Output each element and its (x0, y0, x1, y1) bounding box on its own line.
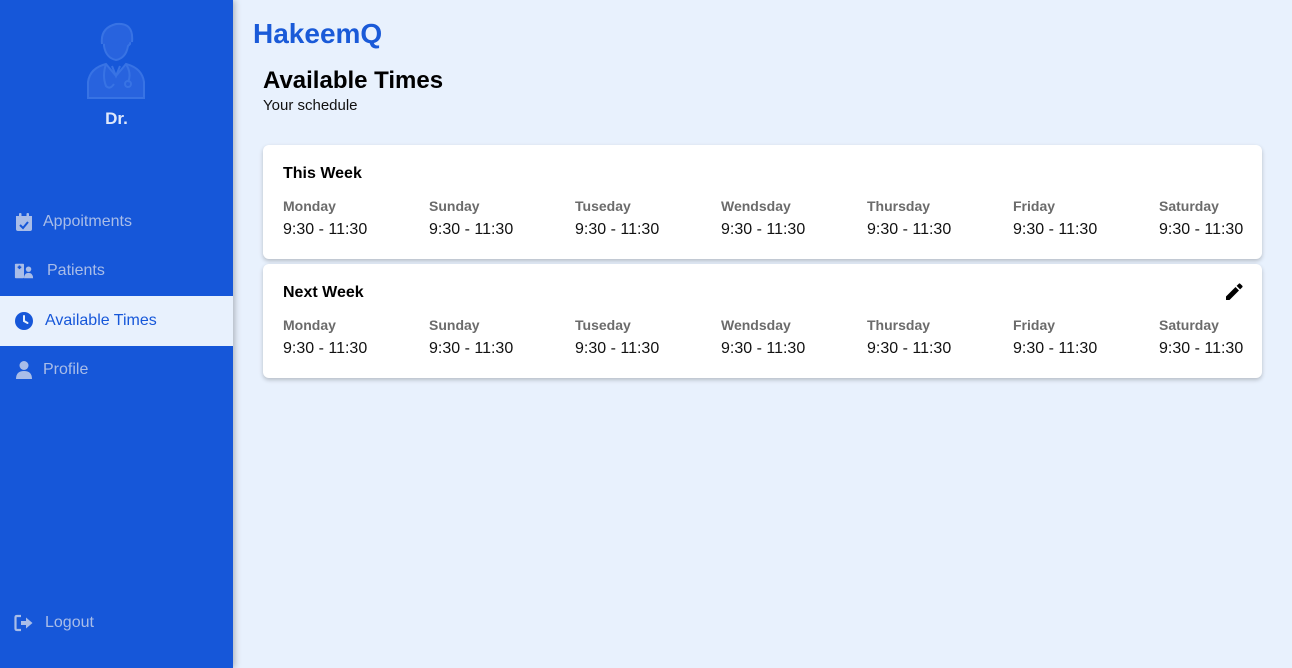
day-time: 9:30 - 11:30 (721, 340, 806, 357)
card-title: This Week (283, 165, 362, 182)
logout-button[interactable]: Logout (0, 598, 233, 648)
sidebar-item-label: Profile (43, 361, 89, 379)
day-time: 9:30 - 11:30 (283, 221, 368, 238)
sidebar-nav: Appoitments Patients Available Times Pro… (0, 197, 233, 395)
sidebar-item-appointments[interactable]: Appoitments (0, 197, 233, 247)
day-slot: Friday 9:30 - 11:30 (1013, 198, 1153, 239)
day-time: 9:30 - 11:30 (721, 221, 806, 238)
day-name: Sunday (429, 317, 480, 333)
day-name: Wendsday (721, 198, 791, 214)
day-slot: Monday 9:30 - 11:30 (283, 317, 423, 358)
day-time: 9:30 - 11:30 (867, 340, 952, 357)
day-time: 9:30 - 11:30 (575, 221, 660, 238)
logout-label: Logout (45, 614, 94, 631)
doctor-name: Dr. (105, 109, 128, 128)
day-name: Thursday (867, 198, 931, 214)
sidebar-item-patients[interactable]: Patients (0, 247, 233, 297)
day-name: Friday (1013, 198, 1056, 214)
day-slot: Saturday 9:30 - 11:30 (1159, 317, 1292, 358)
sidebar-item-label: Appoitments (43, 212, 132, 230)
schedule-card-next-week: Next Week Monday 9:30 - 11:30 Sunday 9:3… (263, 264, 1262, 378)
day-time: 9:30 - 11:30 (1013, 221, 1098, 238)
day-name: Tuseday (575, 317, 631, 333)
day-time: 9:30 - 11:30 (575, 340, 660, 357)
days-row: Monday 9:30 - 11:30 Sunday 9:30 - 11:30 … (283, 317, 1253, 367)
day-name: Monday (283, 198, 336, 214)
day-time: 9:30 - 11:30 (429, 340, 514, 357)
calendar-check-icon (14, 212, 34, 232)
day-name: Wendsday (721, 317, 791, 333)
day-slot: Friday 9:30 - 11:30 (1013, 317, 1153, 358)
day-name: Saturday (1159, 198, 1219, 214)
page-subtitle: Your schedule (263, 97, 358, 114)
sidebar-item-profile[interactable]: Profile (0, 346, 233, 396)
day-slot: Tuseday 9:30 - 11:30 (575, 317, 715, 358)
day-slot: Thursday 9:30 - 11:30 (867, 198, 1007, 239)
brand-logo[interactable]: HakeemQ (253, 18, 382, 50)
day-time: 9:30 - 11:30 (1159, 221, 1244, 238)
day-time: 9:30 - 11:30 (1159, 340, 1244, 357)
day-slot: Sunday 9:30 - 11:30 (429, 317, 569, 358)
sidebar-item-label: Patients (47, 262, 105, 280)
day-time: 9:30 - 11:30 (283, 340, 368, 357)
clock-icon (14, 311, 34, 331)
day-slot: Thursday 9:30 - 11:30 (867, 317, 1007, 358)
day-slot: Monday 9:30 - 11:30 (283, 198, 423, 239)
doctor-avatar-icon (84, 20, 148, 100)
page-title: Available Times (263, 67, 444, 94)
day-name: Friday (1013, 317, 1056, 333)
day-time: 9:30 - 11:30 (867, 221, 952, 238)
user-icon (14, 360, 34, 380)
edit-schedule-button[interactable] (1224, 282, 1244, 302)
sidebar-item-label: Available Times (45, 311, 157, 329)
sidebar-item-available-times[interactable]: Available Times (0, 296, 233, 346)
pencil-icon (1226, 283, 1243, 300)
sidebar: Dr. Appoitments Patients Available Times… (0, 0, 233, 668)
patients-icon (14, 261, 34, 281)
day-name: Monday (283, 317, 336, 333)
day-name: Tuseday (575, 198, 631, 214)
day-slot: Tuseday 9:30 - 11:30 (575, 198, 715, 239)
schedule-card-this-week: This Week Monday 9:30 - 11:30 Sunday 9:3… (263, 145, 1262, 259)
day-slot: Wendsday 9:30 - 11:30 (721, 198, 861, 239)
day-slot: Wendsday 9:30 - 11:30 (721, 317, 861, 358)
day-name: Saturday (1159, 317, 1219, 333)
day-name: Sunday (429, 198, 480, 214)
day-name: Thursday (867, 317, 931, 333)
day-slot: Saturday 9:30 - 11:30 (1159, 198, 1292, 239)
day-slot: Sunday 9:30 - 11:30 (429, 198, 569, 239)
app-root: Dr. Appoitments Patients Available Times… (0, 0, 1292, 668)
day-time: 9:30 - 11:30 (429, 221, 514, 238)
day-time: 9:30 - 11:30 (1013, 340, 1098, 357)
days-row: Monday 9:30 - 11:30 Sunday 9:30 - 11:30 … (283, 198, 1253, 248)
sign-out-icon (14, 613, 34, 633)
card-title: Next Week (283, 284, 364, 301)
